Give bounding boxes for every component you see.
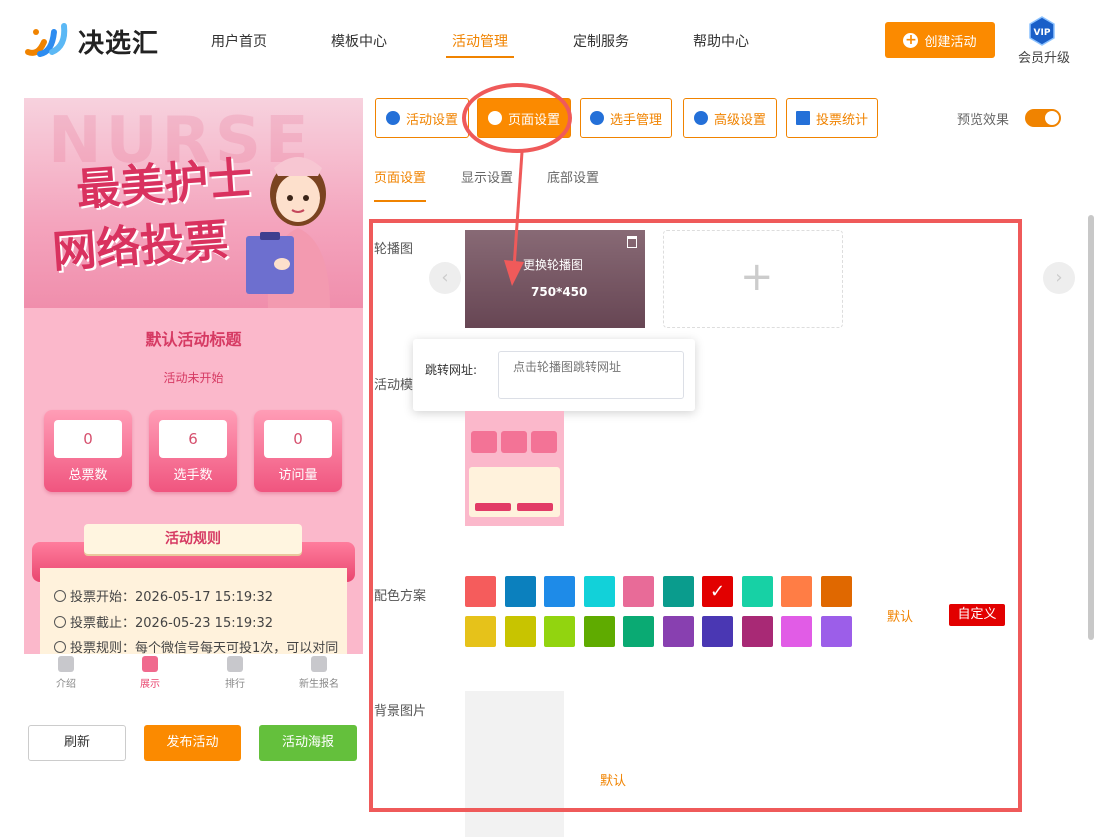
tab-label: 投票统计 (815, 112, 868, 128)
preview-tabbar: 介绍 展示 排行 新生报名 (24, 654, 363, 694)
preview-tab-label: 介绍 (56, 679, 76, 690)
tag-icon (311, 656, 327, 672)
tab-label: 高级设置 (713, 112, 766, 128)
publish-activity-button[interactable]: 发布活动 (144, 725, 241, 761)
stat-card-contestants: 6 选手数 (149, 410, 237, 492)
preview-effect-toggle[interactable] (1025, 109, 1061, 127)
stat-value: 0 (264, 420, 332, 458)
preview-tab-label: 新生报名 (299, 679, 339, 690)
nav-user-home[interactable]: 用户首页 (211, 31, 267, 51)
create-activity-button[interactable]: + 创建活动 (885, 22, 995, 58)
vip-badge-text: VIP (1034, 28, 1051, 38)
banner-title-line2: 网络投票 (50, 214, 230, 279)
toggle-knob (1045, 111, 1059, 125)
users-icon (589, 111, 604, 125)
stat-value: 6 (159, 420, 227, 458)
carousel-next-button[interactable]: › (1043, 262, 1075, 294)
stat-label: 选手数 (173, 468, 213, 483)
nav-custom-service[interactable]: 定制服务 (573, 31, 629, 51)
preview-banner: NURSE 最美护士 网络投票 (24, 98, 363, 308)
preview-tab-label: 排行 (225, 679, 245, 690)
preview-tab-intro[interactable]: 介绍 (36, 656, 96, 690)
refresh-button[interactable]: 刷新 (28, 725, 126, 761)
create-activity-label: 创建活动 (924, 34, 977, 50)
clock-icon (54, 616, 66, 628)
preview-effect-label: 预览效果 (957, 113, 1010, 128)
stat-label: 访问量 (278, 468, 318, 483)
vip-badge-icon[interactable]: VIP (1027, 16, 1057, 46)
stat-card-total-votes: 0 总票数 (44, 410, 132, 492)
activity-status: 活动未开始 (163, 371, 224, 385)
nav-template-center[interactable]: 模板中心 (331, 31, 387, 51)
nav-active-underline (446, 56, 514, 58)
tab-contestant-manage[interactable]: 选手管理 (580, 98, 672, 138)
nav-activity-manage[interactable]: 活动管理 (452, 31, 508, 51)
bar-chart-icon (795, 111, 810, 125)
logo-text: 决选汇 (78, 29, 160, 59)
tab-vote-statistics[interactable]: 投票统计 (786, 98, 878, 138)
stat-card-visits: 0 访问量 (254, 410, 342, 492)
rule-policy-text: 投票规则：每个微信号每天可投1次，可以对同 (70, 641, 339, 654)
rule-end-text: 投票截止：2026-05-23 15:19:32 (70, 616, 274, 631)
preview-tab-showcase[interactable]: 展示 (120, 656, 180, 690)
plus-icon: + (903, 31, 919, 48)
phone-preview: NURSE 最美护士 网络投票 默认活动标题 活动未开始 0 总票数 6 选手数… (24, 98, 363, 654)
preview-tab-ranking[interactable]: 排行 (205, 656, 265, 690)
rule-end: 投票截止：2026-05-23 15:19:32 (54, 612, 273, 631)
annotation-circle (462, 83, 572, 153)
rule-start: 投票开始：2026-05-17 15:19:32 (54, 586, 273, 605)
subtab-footer-settings[interactable]: 底部设置 (547, 167, 599, 186)
rule-start-text: 投票开始：2026-05-17 15:19:32 (70, 590, 274, 605)
sliders-icon (693, 111, 708, 125)
star-icon (385, 111, 400, 125)
nav-help-center[interactable]: 帮助中心 (693, 31, 749, 51)
banner-title-line1: 最美护士 (74, 152, 254, 217)
stat-label: 总票数 (68, 468, 108, 483)
annotation-box (369, 219, 1022, 812)
tab-label: 选手管理 (609, 112, 662, 128)
nurse-illustration (246, 157, 330, 308)
subtab-page-settings[interactable]: 页面设置 (374, 167, 426, 186)
scrollbar[interactable] (1088, 215, 1094, 640)
rules-title: 活动规则 (84, 524, 302, 554)
info-icon (54, 641, 66, 653)
clock-icon (54, 590, 66, 602)
stat-value: 0 (54, 420, 122, 458)
tab-advanced-settings[interactable]: 高级设置 (683, 98, 777, 138)
tab-label: 活动设置 (405, 112, 458, 128)
preview-tab-signup[interactable]: 新生报名 (289, 656, 349, 690)
tab-activity-settings[interactable]: 活动设置 (375, 98, 469, 138)
vip-upgrade-label[interactable]: 会员升级 (1018, 47, 1070, 66)
showcase-icon (142, 656, 158, 672)
activity-poster-button[interactable]: 活动海报 (259, 725, 357, 761)
logo-icon (25, 23, 68, 57)
preview-tab-label: 展示 (140, 679, 160, 690)
user-icon (58, 656, 74, 672)
subtab-active-underline (374, 200, 426, 202)
activity-title: 默认活动标题 (145, 330, 242, 349)
rule-policy: 投票规则：每个微信号每天可投1次，可以对同 (54, 637, 338, 654)
heart-icon (227, 656, 243, 672)
